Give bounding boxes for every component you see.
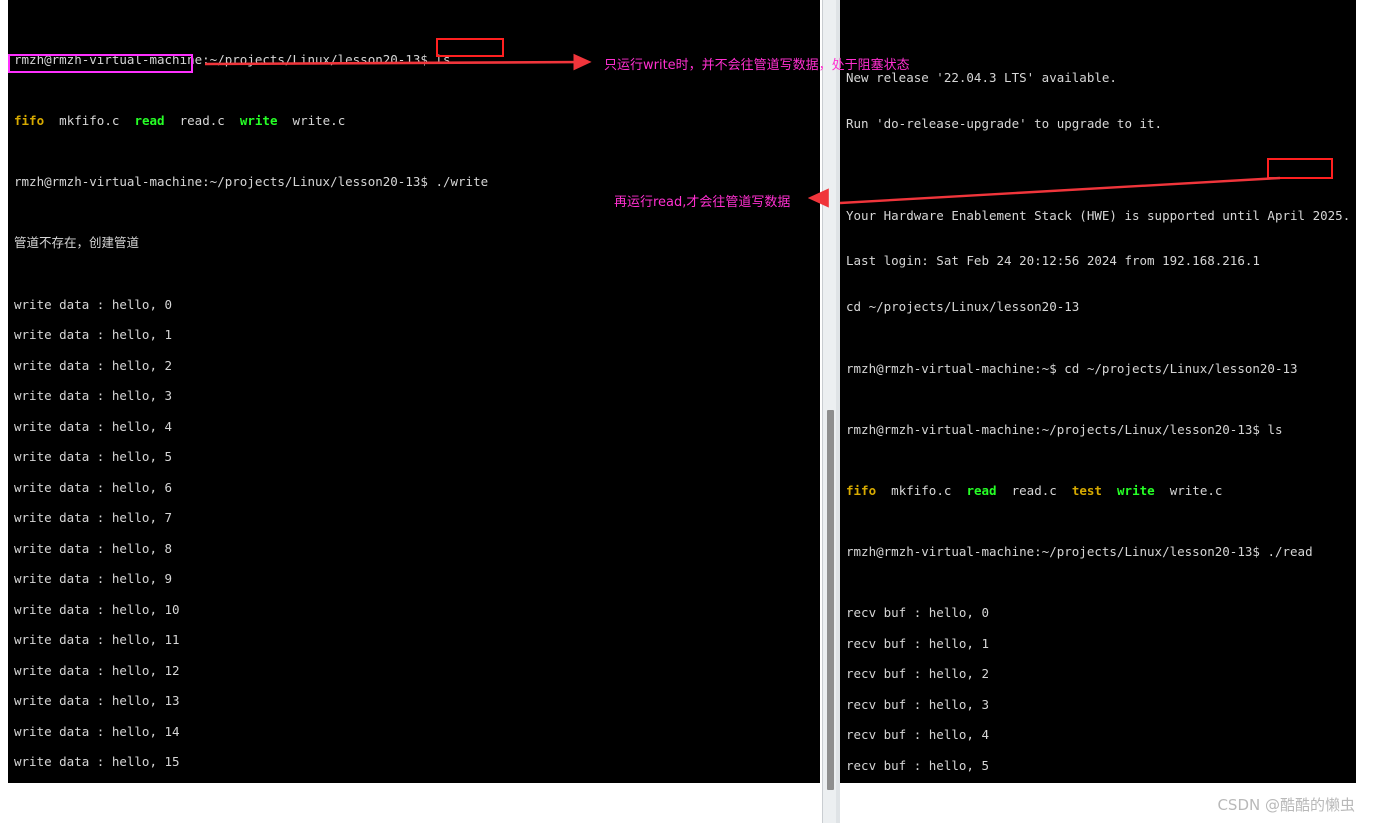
terminal-line-prompt: rmzh@rmzh-virtual-machine:~/projects/Lin…: [14, 174, 820, 189]
read-output-list: recv buf : hello, 0 recv buf : hello, 1 re…: [846, 605, 1356, 783]
shell-prompt: rmzh@rmzh-virtual-machine:~/projects/Lin…: [846, 544, 1260, 560]
shell-prompt: rmzh@rmzh-virtual-machine:~/projects/Lin…: [14, 174, 428, 190]
file-write: write: [1117, 482, 1155, 498]
terminal-line-prompt: rmzh@rmzh-virtual-machine:~/projects/Lin…: [846, 544, 1356, 559]
shell-command: ls: [427, 51, 451, 67]
file-test: test: [1071, 482, 1102, 498]
write-output-line: write data : hello, 0: [14, 296, 173, 312]
write-output-line: write data : hello, 4: [14, 418, 173, 434]
terminal-line-ls-output: fifo mkfifo.c read read.c test write wri…: [846, 483, 1356, 498]
read-output-line: recv buf : hello, 1: [846, 635, 989, 651]
csdn-watermark: CSDN @酷酷的懒虫: [1217, 796, 1355, 814]
shell-command-read: ./read: [1259, 544, 1313, 560]
shell-command-ls: ls: [1259, 421, 1283, 437]
terminal-line-pipe-created: 管道不存在，创建管道: [14, 235, 820, 250]
shell-command-cd: cd ~/projects/Linux/lesson20-13: [1056, 360, 1298, 376]
motd-line: Your Hardware Enablement Stack (HWE) is …: [846, 207, 1351, 223]
write-output-line: write data : hello, 14: [14, 723, 180, 739]
write-output-line: write data : hello, 3: [14, 388, 173, 404]
shell-command-write: ./write: [427, 174, 489, 190]
write-output-line: write data : hello, 11: [14, 632, 180, 648]
file-read-c: read.c: [179, 113, 225, 129]
read-output-line: recv buf : hello, 2: [846, 666, 989, 682]
write-terminal-pane[interactable]: rmzh@rmzh-virtual-machine:~/projects/Lin…: [8, 0, 820, 783]
pipe-created-message: 管道不存在，创建管道: [14, 235, 140, 251]
file-fifo: fifo: [14, 113, 45, 129]
write-output-line: write data : hello, 1: [14, 327, 173, 343]
shell-prompt: rmzh@rmzh-virtual-machine:~$: [846, 360, 1057, 376]
scrollbar-edge: [836, 0, 840, 823]
write-output-line: write data : hello, 10: [14, 601, 180, 617]
file-mkfifo-c: mkfifo.c: [891, 482, 952, 498]
write-output-line: write data : hello, 7: [14, 510, 173, 526]
terminal-line-prompt: rmzh@rmzh-virtual-machine:~/projects/Lin…: [846, 422, 1356, 437]
shell-prompt: rmzh@rmzh-virtual-machine:~/projects/Lin…: [14, 51, 428, 67]
motd-line: New release '22.04.3 LTS' available.: [846, 69, 1117, 85]
typed-cd-echo: cd ~/projects/Linux/lesson20-13: [846, 299, 1080, 315]
annotation-note-write: 只运行write时，并不会往管道写数据，处于阻塞状态: [604, 58, 910, 73]
read-output-line: recv buf : hello, 4: [846, 727, 989, 743]
scrollbar-thumb[interactable]: [827, 410, 834, 790]
write-output-line: write data : hello, 2: [14, 357, 173, 373]
terminal-line-ls-output: fifo mkfifo.c read read.c write write.c: [14, 113, 820, 128]
motd-line: Run 'do-release-upgrade' to upgrade to i…: [846, 115, 1163, 131]
file-read-c: read.c: [1011, 482, 1057, 498]
motd-last-login: Last login: Sat Feb 24 20:12:56 2024 fro…: [846, 253, 1260, 269]
file-fifo: fifo: [846, 482, 877, 498]
write-output-list: write data : hello, 0 write data : hello,…: [14, 297, 820, 783]
annotation-note-read: 再运行read,才会往管道写数据: [614, 195, 791, 210]
file-write: write: [239, 113, 278, 129]
write-output-line: write data : hello, 6: [14, 479, 173, 495]
write-output-line: write data : hello, 13: [14, 693, 180, 709]
write-output-line: write data : hello, 8: [14, 540, 173, 556]
terminal-line-prompt: rmzh@rmzh-virtual-machine:~$ cd ~/projec…: [846, 361, 1356, 376]
file-mkfifo-c: mkfifo.c: [59, 113, 120, 129]
shell-prompt: rmzh@rmzh-virtual-machine:~/projects/Lin…: [846, 421, 1260, 437]
file-write-c: write.c: [1169, 482, 1223, 498]
write-output-line: write data : hello, 5: [14, 449, 173, 465]
read-output-line: recv buf : hello, 5: [846, 757, 989, 773]
read-terminal-pane[interactable]: New release '22.04.3 LTS' available. Run…: [840, 0, 1356, 783]
motd-blank-line: [846, 162, 1356, 177]
read-output-line: recv buf : hello, 3: [846, 696, 989, 712]
write-output-line: write data : hello, 15: [14, 754, 180, 770]
file-read: read: [966, 482, 997, 498]
write-output-line: write data : hello, 12: [14, 662, 180, 678]
file-write-c: write.c: [292, 113, 346, 129]
file-read: read: [134, 113, 165, 129]
write-output-line: write data : hello, 9: [14, 571, 173, 587]
read-output-line: recv buf : hello, 0: [846, 605, 989, 621]
